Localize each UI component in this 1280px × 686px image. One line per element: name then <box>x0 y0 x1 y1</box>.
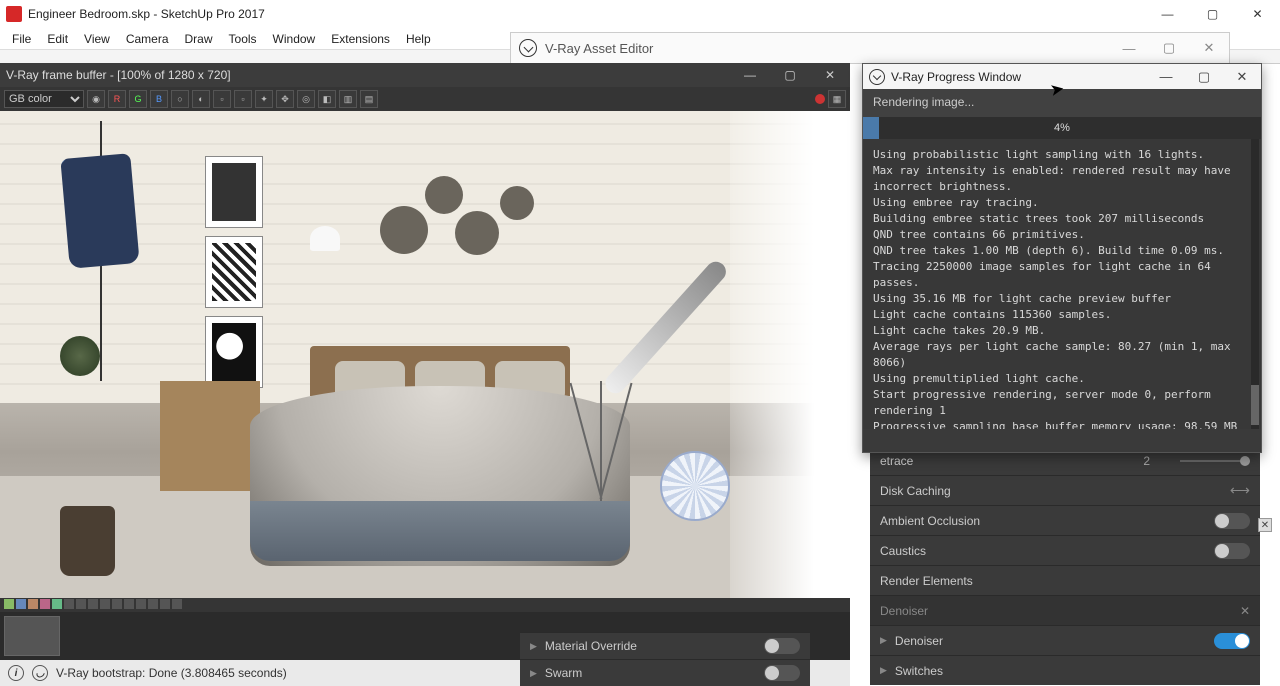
vray-icon <box>519 39 537 57</box>
retrace-label: etrace <box>880 454 1143 468</box>
vfb-render-button[interactable]: ▦ <box>828 90 846 108</box>
progress-maximize-button[interactable]: ▢ <box>1185 64 1223 89</box>
material-override-toggle[interactable] <box>764 638 800 654</box>
asset-settings-panel: etrace 2 Disk Caching ⟷ Ambient Occlusio… <box>870 445 1260 685</box>
person-icon: ◡ <box>32 665 48 681</box>
denoiser-closed-row[interactable]: Denoiser ✕ <box>870 595 1260 625</box>
menu-tools[interactable]: Tools <box>221 32 265 46</box>
swarm-label: Swarm <box>545 666 764 680</box>
swarm-row[interactable]: ▶ Swarm <box>520 659 810 686</box>
vfb-region-button[interactable]: ✥ <box>276 90 294 108</box>
history-thumb[interactable] <box>4 616 60 656</box>
vfb-load-button[interactable]: ▫ <box>234 90 252 108</box>
vfb-green-channel-button[interactable]: G <box>129 90 147 108</box>
render-elements-row[interactable]: Render Elements <box>870 565 1260 595</box>
retrace-slider[interactable] <box>1180 460 1250 462</box>
vfb-status-text: V-Ray bootstrap: Done (3.808465 seconds) <box>56 666 287 680</box>
menu-draw[interactable]: Draw <box>177 32 221 46</box>
asset-editor-titlebar[interactable]: V-Ray Asset Editor — ▢ ✕ <box>510 32 1230 63</box>
vfb-color-swatches[interactable] <box>0 598 850 612</box>
switches-label: Switches <box>895 664 1250 678</box>
vfb-btn-rgb-icon[interactable]: ◉ <box>87 90 105 108</box>
vray-icon <box>869 69 885 85</box>
progress-titlebar[interactable]: V-Ray Progress Window — ▢ ✕ <box>863 64 1261 89</box>
vfb-titlebar[interactable]: V-Ray frame buffer - [100% of 1280 x 720… <box>0 63 850 87</box>
asset-editor-close-button[interactable]: ✕ <box>1189 33 1229 64</box>
switches-row[interactable]: ▶ Switches <box>870 655 1260 685</box>
vfb-minimize-button[interactable]: — <box>730 63 770 87</box>
vfb-clear-button[interactable]: ✦ <box>255 90 273 108</box>
menu-view[interactable]: View <box>76 32 118 46</box>
material-override-label: Material Override <box>545 639 764 653</box>
vfb-title: V-Ray frame buffer - [100% of 1280 x 720… <box>6 68 730 82</box>
vfb-lens-button[interactable]: ▤ <box>360 90 378 108</box>
ambient-occlusion-toggle[interactable] <box>1214 513 1250 529</box>
main-close-button[interactable]: ✕ <box>1235 0 1280 28</box>
caustics-label: Caustics <box>880 544 1214 558</box>
render-elements-label: Render Elements <box>880 574 1250 588</box>
material-override-row[interactable]: ▶ Material Override <box>520 632 810 659</box>
progress-status-text: Rendering image... <box>863 89 1261 117</box>
expand-icon[interactable]: ⟷ <box>1230 482 1250 499</box>
denoiser-row[interactable]: ▶ Denoiser <box>870 625 1260 655</box>
frame-buffer-window: V-Ray frame buffer - [100% of 1280 x 720… <box>0 63 850 686</box>
sketchup-icon <box>6 6 22 22</box>
main-minimize-button[interactable]: — <box>1145 0 1190 28</box>
menu-window[interactable]: Window <box>265 32 324 46</box>
main-title: Engineer Bedroom.skp - SketchUp Pro 2017 <box>28 7 1145 21</box>
vfb-stop-render-button[interactable] <box>815 94 825 104</box>
vfb-mono-button[interactable]: ○ <box>171 90 189 108</box>
denoiser-remove-button[interactable]: ✕ <box>1240 604 1250 618</box>
menu-camera[interactable]: Camera <box>118 32 177 46</box>
progress-window: V-Ray Progress Window — ▢ ✕ Rendering im… <box>862 63 1262 453</box>
vfb-link-button[interactable]: ◧ <box>318 90 336 108</box>
vfb-maximize-button[interactable]: ▢ <box>770 63 810 87</box>
asset-editor-minimize-button[interactable]: — <box>1109 33 1149 64</box>
vfb-red-channel-button[interactable]: R <box>108 90 126 108</box>
vfb-close-button[interactable]: ✕ <box>810 63 850 87</box>
caustics-row[interactable]: Caustics <box>870 535 1260 565</box>
asset-editor-maximize-button[interactable]: ▢ <box>1149 33 1189 64</box>
progress-minimize-button[interactable]: — <box>1147 64 1185 89</box>
denoiser-toggle[interactable] <box>1214 633 1250 649</box>
chevron-right-icon: ▶ <box>880 665 887 676</box>
render-viewport[interactable] <box>0 111 850 598</box>
progress-bar: 4% <box>863 117 1261 139</box>
vfb-blue-channel-button[interactable]: B <box>150 90 168 108</box>
log-scrollbar-thumb[interactable] <box>1251 385 1259 425</box>
swarm-toggle[interactable] <box>764 665 800 681</box>
info-icon: i <box>8 665 24 681</box>
vfb-save-button[interactable]: ▫ <box>213 90 231 108</box>
main-maximize-button[interactable]: ▢ <box>1190 0 1235 28</box>
ambient-occlusion-label: Ambient Occlusion <box>880 514 1214 528</box>
vfb-toolbar: GB color ◉ R G B ○ ◐ ▫ ▫ ✦ ✥ ◎ ◧ ▥ ▤ ▦ <box>0 87 850 111</box>
progress-title: V-Ray Progress Window <box>891 70 1147 84</box>
caustics-toggle[interactable] <box>1214 543 1250 559</box>
disk-caching-row[interactable]: Disk Caching ⟷ <box>870 475 1260 505</box>
tray-close-button[interactable]: ✕ <box>1258 518 1272 532</box>
progress-percent: 4% <box>1054 122 1070 134</box>
denoiser-label: Denoiser <box>895 634 1214 648</box>
denoiser-closed-label: Denoiser <box>880 604 1240 618</box>
progress-bar-fill <box>863 117 879 139</box>
disk-caching-label: Disk Caching <box>880 484 1230 498</box>
progress-log[interactable]: Using probabilistic light sampling with … <box>863 139 1261 429</box>
menu-file[interactable]: File <box>4 32 39 46</box>
retrace-value: 2 <box>1143 454 1150 468</box>
asset-editor-title: V-Ray Asset Editor <box>545 41 1109 56</box>
chevron-right-icon: ▶ <box>880 635 887 646</box>
material-override-panel: ▶ Material Override ▶ Swarm <box>520 632 810 686</box>
vfb-track-button[interactable]: ◎ <box>297 90 315 108</box>
main-titlebar[interactable]: Engineer Bedroom.skp - SketchUp Pro 2017… <box>0 0 1280 28</box>
channel-select[interactable]: GB color <box>4 90 84 108</box>
chevron-right-icon: ▶ <box>530 668 537 679</box>
chevron-right-icon: ▶ <box>530 641 537 652</box>
menu-extensions[interactable]: Extensions <box>323 32 398 46</box>
vfb-switch-button[interactable]: ◐ <box>192 90 210 108</box>
ambient-occlusion-row[interactable]: Ambient Occlusion <box>870 505 1260 535</box>
vfb-cc-button[interactable]: ▥ <box>339 90 357 108</box>
menu-help[interactable]: Help <box>398 32 439 46</box>
progress-close-button[interactable]: ✕ <box>1223 64 1261 89</box>
menu-edit[interactable]: Edit <box>39 32 76 46</box>
